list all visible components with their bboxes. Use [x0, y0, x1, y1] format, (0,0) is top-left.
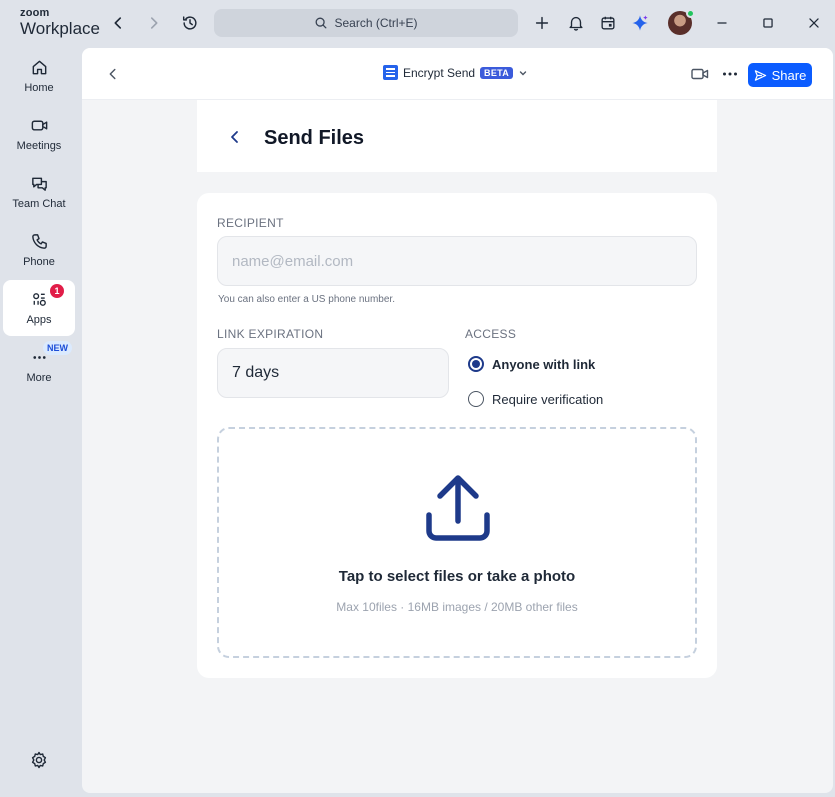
brand-bottom: Workplace	[20, 19, 100, 38]
radio-selected-icon[interactable]	[468, 356, 484, 372]
more-options-icon[interactable]	[721, 65, 739, 83]
sidebar-item-phone[interactable]: Phone	[3, 222, 75, 278]
sidebar-item-apps[interactable]: Apps 1	[3, 280, 75, 336]
sidebar-item-label: Meetings	[16, 140, 62, 152]
settings-gear-icon[interactable]	[29, 750, 49, 770]
chat-bubbles-icon	[31, 177, 47, 191]
back-chevron-icon[interactable]	[104, 65, 122, 83]
sidebar-item-team-chat[interactable]: Team Chat	[3, 164, 75, 220]
app-title-dropdown[interactable]: Encrypt Send BETA	[383, 65, 528, 80]
beta-badge: BETA	[480, 66, 514, 79]
search-label: Search (Ctrl+E)	[334, 16, 418, 30]
sidebar: Home Meetings Team Chat Phone Apps 1 Mor…	[0, 48, 78, 797]
sidebar-item-label: More	[26, 372, 52, 384]
dropzone-subtitle: Max 10files · 16MB images / 20MB other f…	[336, 600, 578, 614]
access-option-verification[interactable]: Require verification	[468, 391, 603, 407]
ai-companion-icon[interactable]	[629, 12, 651, 34]
send-icon	[754, 69, 766, 81]
home-icon	[32, 60, 46, 75]
page-header: Send Files	[197, 100, 717, 172]
sidebar-item-label: Phone	[23, 256, 55, 268]
search-icon	[316, 17, 327, 29]
sidebar-item-meetings[interactable]: Meetings	[3, 106, 75, 162]
main-panel: Encrypt Send BETA Share Send Files RECIP…	[82, 48, 833, 793]
encrypt-send-logo-icon	[383, 65, 398, 80]
access-option-anyone[interactable]: Anyone with link	[468, 356, 595, 372]
forward-arrow-icon[interactable]	[143, 12, 165, 34]
presence-status-icon	[686, 9, 695, 18]
page-title: Send Files	[264, 127, 365, 149]
plus-icon[interactable]	[531, 12, 553, 34]
brand-top: zoom	[20, 7, 50, 19]
calendar-icon[interactable]	[597, 12, 619, 34]
video-camera-icon[interactable]	[690, 65, 710, 83]
sidebar-item-more[interactable]: More NEW	[3, 338, 75, 394]
sidebar-item-label: Home	[24, 82, 54, 94]
history-icon[interactable]	[179, 12, 201, 34]
access-option-label: Anyone with link	[492, 356, 596, 372]
sidebar-item-label: Team Chat	[12, 198, 66, 210]
share-button[interactable]: Share	[748, 63, 812, 87]
access-label: ACCESS	[465, 327, 517, 341]
chevron-down-icon	[519, 70, 527, 75]
close-icon[interactable]	[803, 12, 825, 34]
back-chevron-icon[interactable]	[227, 129, 243, 145]
send-files-form: RECIPIENT You can also enter a US phone …	[197, 193, 717, 678]
app-logo: zoom Workplace	[20, 7, 100, 38]
share-label: Share	[771, 67, 807, 83]
notification-badge: 1	[50, 284, 64, 298]
phone-icon	[31, 234, 47, 249]
link-expiration-field[interactable]	[217, 348, 449, 398]
sidebar-item-label: Apps	[26, 314, 52, 326]
bell-icon[interactable]	[565, 12, 587, 34]
title-bar: zoom Workplace Search (Ctrl+E)	[0, 0, 835, 46]
avatar[interactable]	[668, 9, 695, 35]
recipient-input[interactable]	[217, 236, 697, 286]
dropzone-title: Tap to select files or take a photo	[338, 568, 576, 585]
link-expiration-label: LINK EXPIRATION	[217, 327, 324, 341]
maximize-icon[interactable]	[757, 12, 779, 34]
sidebar-item-home[interactable]: Home	[3, 48, 75, 104]
radio-unselected-icon[interactable]	[468, 391, 484, 407]
app-name: Encrypt Send	[403, 65, 476, 80]
access-option-label: Require verification	[492, 391, 604, 407]
app-topbar: Encrypt Send BETA Share	[82, 48, 833, 100]
apps-icon	[32, 293, 46, 306]
search-bar[interactable]: Search (Ctrl+E)	[214, 9, 518, 37]
upload-icon	[426, 475, 490, 541]
new-badge: NEW	[43, 341, 72, 355]
recipient-hint: You can also enter a US phone number.	[218, 294, 395, 305]
back-arrow-icon[interactable]	[107, 12, 129, 34]
video-camera-icon	[31, 120, 47, 131]
minimize-icon[interactable]	[711, 12, 733, 34]
recipient-label: RECIPIENT	[217, 216, 284, 230]
file-dropzone[interactable]: Tap to select files or take a photo Max …	[217, 427, 697, 658]
